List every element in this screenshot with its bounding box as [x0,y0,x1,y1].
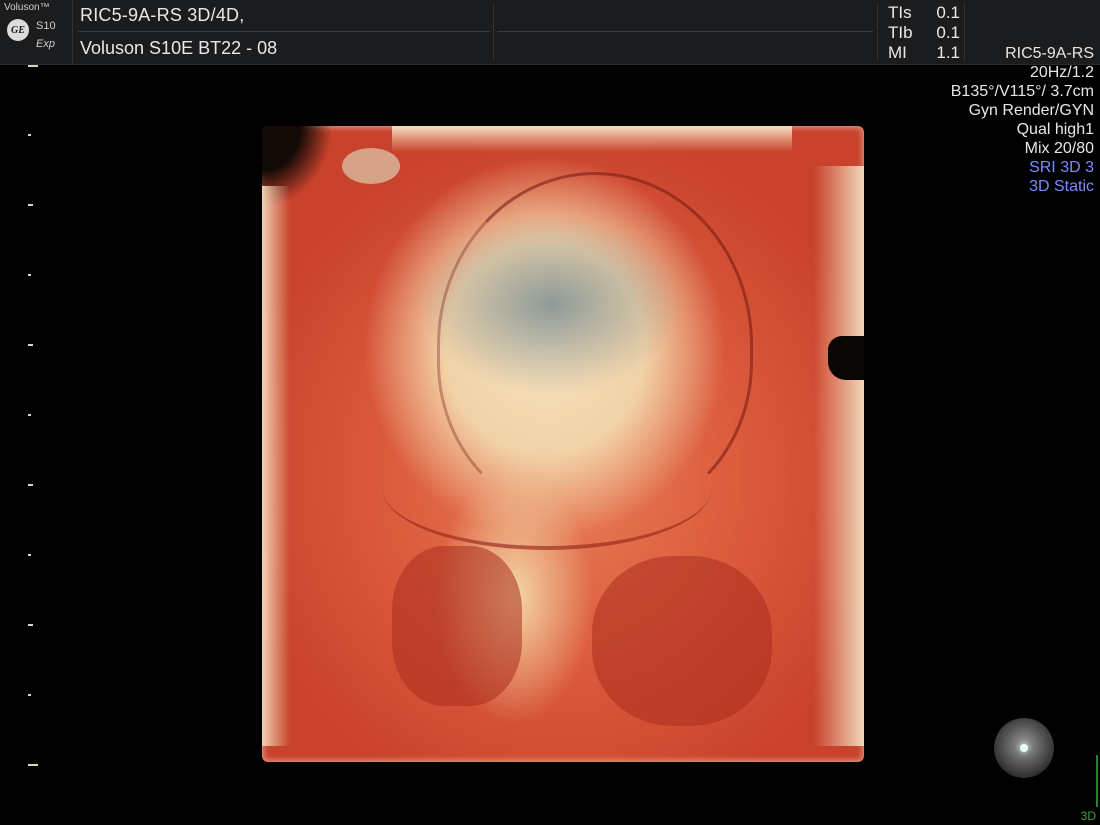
depth-scale-tick [28,204,33,206]
tissue-structure [392,546,522,706]
view-indicator-bar [1096,755,1098,807]
param-label: MI [888,43,907,62]
depth-scale-major-tick [28,764,38,766]
render-edge-highlight [262,186,290,746]
header-divider [497,31,873,32]
param-label: TIb [888,23,913,42]
param-row: TIs 0.1 [888,3,960,23]
ge-logo-icon: GE [7,19,29,41]
tissue-structure [592,556,772,726]
depth-scale-tick [28,484,33,486]
param-row: TIb 0.1 [888,23,960,43]
depth-scale [0,64,40,784]
sri-setting: SRI 3D 3 [1029,159,1094,176]
probe-name: RIC5-9A-RS [1005,45,1094,62]
depth-scale-tick [28,344,33,346]
view-indicator-label: 3D [1080,809,1096,823]
render-notch [828,336,864,380]
render-edge-highlight [392,126,792,152]
depth-scale-tick [28,134,31,136]
tissue-structure [342,148,400,184]
depth-scale-tick [28,554,31,556]
brand-name: Voluson™ [4,2,50,13]
param-label: TIs [888,3,912,22]
system-title: Voluson S10E BT22 - 08 [80,38,278,58]
depth-scale-major-tick [28,65,38,67]
depth-scale-tick [28,694,31,696]
orientation-sphere-icon[interactable] [994,718,1054,778]
header-bar: Voluson™ GE S10 Exp RIC5-9A-RS 3D/4D, Vo… [0,0,1100,65]
quality-setting: Qual high1 [1016,121,1094,138]
render-mode: Gyn Render/GYN [968,102,1094,119]
param-row: MI 1.1 [888,43,960,63]
param-value: 0.1 [936,23,960,42]
model-label: S10 [36,20,56,32]
3d-volume-render[interactable] [262,126,864,762]
safety-params: TIs 0.1 TIb 0.1 MI 1.1 [888,3,960,63]
frame-rate: 20Hz/1.2 [1029,64,1094,81]
tissue-fold [382,426,712,550]
depth-scale-tick [28,274,31,276]
acquisition-info-panel: RIC5-9A-RS 20Hz/1.2 B135°/V115°/ 3.7cm G… [951,44,1094,196]
header-separator [877,4,878,60]
depth-scale-tick [28,624,33,626]
angles-depth: B135°/V115°/ 3.7cm [950,83,1094,100]
mix-setting: Mix 20/80 [1024,140,1094,157]
header-divider [78,31,490,32]
mode-label: Exp [36,38,55,50]
depth-scale-tick [28,414,31,416]
probe-mode-title: RIC5-9A-RS 3D/4D, [80,5,245,25]
render-edge-highlight [814,166,864,746]
param-value: 0.1 [936,3,960,22]
header-separator [493,4,494,60]
brand-block: Voluson™ GE S10 Exp [0,0,73,64]
orientation-dot [1020,744,1028,752]
acquisition-mode: 3D Static [1029,178,1094,195]
